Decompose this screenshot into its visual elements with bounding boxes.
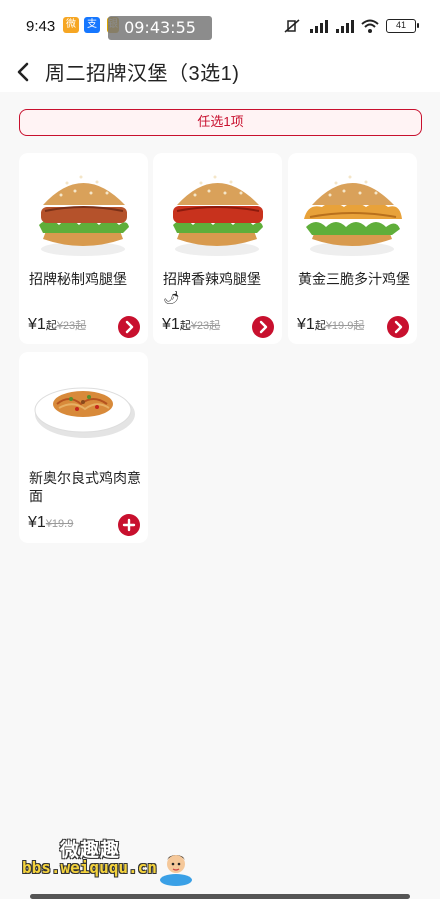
product-card[interactable]: 招牌秘制鸡腿堡 ¥1起¥23起 <box>19 153 148 344</box>
signal-hd-1-icon <box>310 20 328 33</box>
chevron-right-icon <box>125 320 134 334</box>
original-price: ¥23起 <box>56 320 87 332</box>
burger-image <box>39 175 129 256</box>
battery-icon: 41 <box>386 19 419 33</box>
status-time: 9:43 <box>26 18 56 35</box>
chevron-right-icon <box>394 320 403 334</box>
pasta-image <box>34 387 135 438</box>
product-card[interactable]: 黄金三脆多汁鸡堡 ¥1起¥19.9起 <box>288 153 417 344</box>
chevron-left-icon <box>17 62 29 82</box>
navigation-handle[interactable] <box>30 894 410 899</box>
product-name: 招牌秘制鸡腿堡 <box>29 271 127 287</box>
original-price: ¥19.9 <box>45 518 74 530</box>
product-name: 新奥尔良式鸡肉意面 <box>29 470 141 504</box>
original-price: ¥19.9起 <box>325 320 365 332</box>
mute-vibrate-icon <box>284 19 300 33</box>
status-bar: 9:43 微 支 银 09:43:55 41 <box>0 0 440 52</box>
product-price: ¥1¥19.9 <box>28 514 74 531</box>
select-product-button[interactable] <box>387 316 409 338</box>
product-name: 招牌香辣鸡腿堡 🌶 <box>163 271 261 305</box>
product-card[interactable]: 招牌香辣鸡腿堡 🌶 ¥1起¥23起 <box>153 153 282 344</box>
product-price: ¥1起¥23起 <box>28 316 87 333</box>
product-name: 黄金三脆多汁鸡堡 <box>298 271 410 287</box>
mascot-icon <box>160 855 192 886</box>
choose-count-banner: 任选1项 <box>19 109 422 136</box>
back-button[interactable] <box>12 56 38 88</box>
plus-icon <box>122 518 136 532</box>
page-header: 周二招牌汉堡（3选1) <box>0 52 440 92</box>
spicy-burger-image <box>173 175 263 256</box>
page-title: 周二招牌汉堡（3选1) <box>45 63 240 85</box>
status-icons: 41 <box>284 16 419 36</box>
chevron-right-icon <box>259 320 268 334</box>
chili-icon: 🌶 <box>163 290 180 305</box>
product-price: ¥1起¥23起 <box>162 316 221 333</box>
add-product-button[interactable] <box>118 514 140 536</box>
select-product-button[interactable] <box>252 316 274 338</box>
weibo-notification-icon: 微 <box>63 17 79 33</box>
clock-overlay: 09:43:55 <box>108 16 212 40</box>
product-price: ¥1起¥19.9起 <box>297 316 365 333</box>
watermark-url: bbs.weiququ.cn <box>22 858 157 877</box>
signal-hd-2-icon <box>336 20 354 33</box>
wifi-icon <box>361 19 379 33</box>
select-product-button[interactable] <box>118 316 140 338</box>
product-card[interactable]: 新奥尔良式鸡肉意面 ¥1¥19.9 <box>19 352 148 543</box>
original-price: ¥23起 <box>190 320 221 332</box>
crispy-burger-image <box>304 175 402 256</box>
alipay-notification-icon: 支 <box>84 17 100 33</box>
